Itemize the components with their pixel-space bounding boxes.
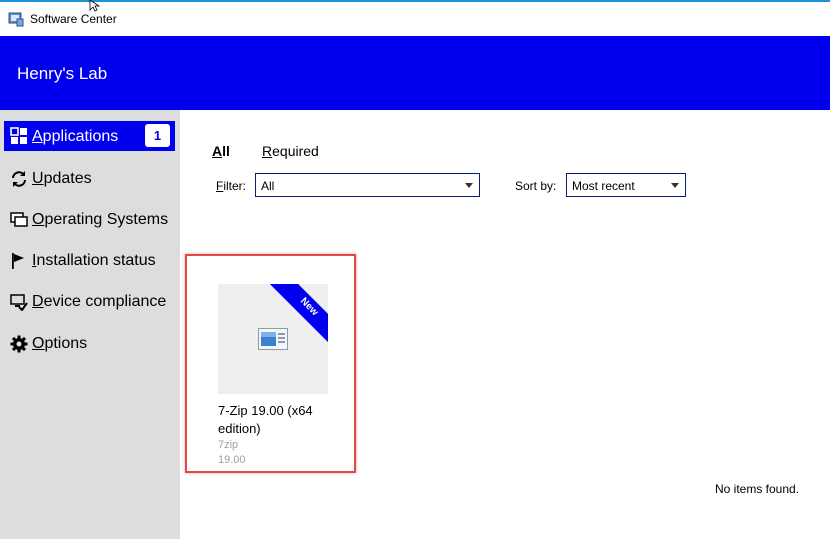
sidebar-item-label: Applications (32, 128, 119, 145)
application-window-icon (258, 328, 288, 350)
applications-count-badge: 1 (145, 124, 170, 147)
gear-icon (10, 335, 28, 353)
filter-value: All (261, 179, 275, 193)
app-name[interactable]: 7-Zip 19.00 (x64 edition) (218, 402, 338, 438)
filter-label: Filter: (216, 179, 247, 193)
chevron-down-icon (465, 183, 473, 188)
sidebar-item-label: Installation status (32, 252, 156, 269)
sidebar-item-label: Operating Systems (32, 211, 169, 228)
mouse-cursor-icon (89, 0, 101, 12)
sidebar-item-label: Updates (32, 170, 92, 187)
windows-stack-icon (10, 212, 28, 227)
refresh-icon (12, 171, 26, 187)
tab-all[interactable]: All (212, 143, 230, 159)
sidebar-item-updates[interactable]: Updates (0, 162, 180, 194)
window-title: Software Center (30, 12, 117, 26)
sort-dropdown[interactable]: Most recent (566, 173, 686, 197)
software-center-icon (8, 12, 24, 27)
sidebar-item-label: Device compliance (32, 293, 167, 310)
app-version: 19.00 (218, 454, 246, 466)
org-name: Henry's Lab (17, 64, 108, 83)
app-tile-7zip[interactable]: New (218, 284, 328, 394)
org-header: Henry's Lab (0, 36, 830, 110)
device-check-icon (10, 294, 28, 311)
sidebar-item-installation-status[interactable]: Installation status (0, 244, 180, 276)
sort-value: Most recent (572, 179, 635, 193)
sidebar-item-options[interactable]: Options (0, 327, 180, 359)
chevron-down-icon (671, 183, 679, 188)
app-publisher: 7zip (218, 439, 239, 451)
sidebar-item-label: Options (32, 335, 88, 352)
title-bar: Software Center (0, 2, 830, 36)
sidebar: Applications 1 Updates Operating Systems… (0, 110, 180, 539)
sort-label: Sort by: (515, 179, 557, 193)
sidebar-item-operating-systems[interactable]: Operating Systems (0, 203, 180, 235)
sidebar-item-device-compliance[interactable]: Device compliance (0, 285, 180, 317)
sidebar-item-applications[interactable]: Applications 1 (4, 121, 175, 151)
applications-grid-icon (10, 127, 27, 144)
flag-icon (12, 253, 24, 269)
tab-required[interactable]: Required (262, 143, 319, 159)
no-items-message: No items found. (715, 482, 800, 496)
filter-dropdown[interactable]: All (255, 173, 480, 197)
